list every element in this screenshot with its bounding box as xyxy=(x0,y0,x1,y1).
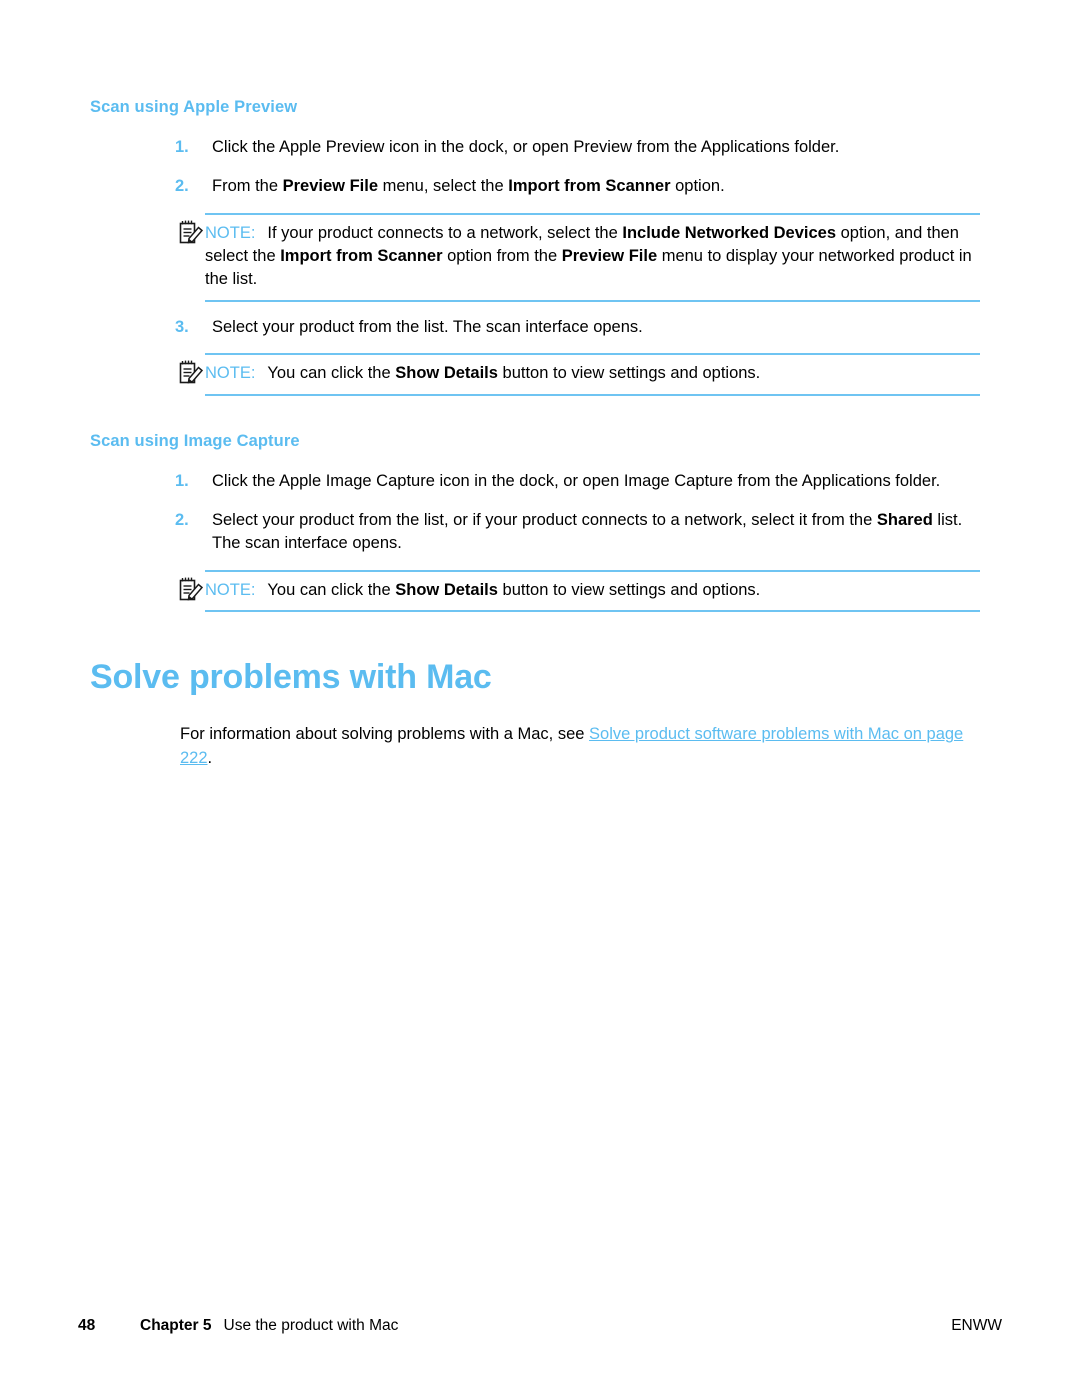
step-number: 2. xyxy=(175,177,189,196)
heading-scan-using-image-capture: Scan using Image Capture xyxy=(90,431,300,450)
bold-run: Import from Scanner xyxy=(280,247,443,266)
text-run: option. xyxy=(670,177,725,196)
text-run: From the xyxy=(212,177,283,196)
solve-intro-paragraph: For information about solving problems w… xyxy=(90,723,980,770)
step-text: Select your product from the list, or if… xyxy=(212,509,980,556)
note-pad-pencil-icon xyxy=(178,359,204,385)
text-run: Click the Apple Preview icon in the dock… xyxy=(212,137,840,156)
paragraph-period: . xyxy=(207,748,213,767)
text-run: Click the Apple Image Capture icon in th… xyxy=(212,471,941,490)
list-item: 1. Click the Apple Preview icon in the d… xyxy=(90,136,980,159)
text-run: option from the xyxy=(442,247,562,266)
note-content: NOTE: If your product connects to a netwo… xyxy=(205,213,980,302)
text-run: If your product connects to a network, s… xyxy=(267,223,623,242)
page-footer: 48 Chapter 5 Use the product with Mac EN… xyxy=(78,1317,1002,1335)
text-run: You can click the xyxy=(267,364,396,383)
note-text: If your product connects to a network, s… xyxy=(205,224,972,289)
note-rule-top xyxy=(205,353,980,356)
note-content: NOTE: You can click the Show Details butt… xyxy=(205,570,980,612)
document-page: Scan using Apple Preview 1. Click the Ap… xyxy=(0,0,1080,1397)
note-text: You can click the Show Details button to… xyxy=(267,364,760,382)
bold-run: Include Networked Devices xyxy=(622,223,837,242)
note-label: NOTE: xyxy=(205,580,256,599)
step-number: 2. xyxy=(175,510,189,529)
text-run: Select your product from the list. The s… xyxy=(212,317,643,336)
text-run: Select your product from the list, or if… xyxy=(212,510,877,529)
bold-run: Import from Scanner xyxy=(508,177,671,196)
note-label: NOTE: xyxy=(205,364,256,383)
note-rule-bottom xyxy=(205,299,980,302)
footer-page-number: 48 xyxy=(78,1317,96,1334)
note-label: NOTE: xyxy=(205,223,256,242)
step-number: 1. xyxy=(175,471,189,490)
text-run: You can click the xyxy=(267,580,396,599)
footer-chapter-number: Chapter 5 xyxy=(140,1317,212,1334)
note-text: You can click the Show Details button to… xyxy=(267,581,760,599)
text-run: button to view settings and options. xyxy=(497,364,761,383)
step-text: Select your product from the list. The s… xyxy=(212,316,980,339)
step-text: Click the Apple Image Capture icon in th… xyxy=(212,470,980,493)
bold-run: Preview File xyxy=(282,177,378,196)
text-run: button to view settings and options. xyxy=(497,580,761,599)
list-item: 2. From the Preview File menu, select th… xyxy=(90,175,980,198)
bold-run: Show Details xyxy=(395,580,498,599)
steps-image-capture: 1. Click the Apple Image Capture icon in… xyxy=(90,470,980,556)
list-item: 3. Select your product from the list. Th… xyxy=(90,316,980,339)
list-item: 2. Select your product from the list, or… xyxy=(90,509,980,556)
note-box: NOTE: You can click the Show Details butt… xyxy=(90,569,980,613)
note-pad-pencil-icon xyxy=(178,219,204,245)
page-content: Scan using Apple Preview 1. Click the Ap… xyxy=(90,98,980,770)
footer-locale: ENWW xyxy=(951,1317,1002,1334)
bold-run: Preview File xyxy=(561,247,658,266)
bold-run: Show Details xyxy=(395,364,498,383)
note-rule-bottom xyxy=(205,610,980,613)
step-number: 3. xyxy=(175,317,189,336)
note-box: NOTE: You can click the Show Details butt… xyxy=(90,353,980,396)
footer-chapter-title: Use the product with Mac xyxy=(223,1317,399,1334)
note-content: NOTE: You can click the Show Details butt… xyxy=(205,353,980,395)
page-title-solve-problems-with-mac: Solve problems with Mac xyxy=(90,658,492,697)
text-run: menu, select the xyxy=(378,177,509,196)
note-pad-pencil-icon xyxy=(178,576,204,602)
paragraph-text: For information about solving problems w… xyxy=(180,725,590,744)
step-text: Click the Apple Preview icon in the dock… xyxy=(212,136,980,159)
steps-apple-preview-cont: 3. Select your product from the list. Th… xyxy=(90,316,980,339)
note-rule-bottom xyxy=(205,393,980,396)
steps-apple-preview: 1. Click the Apple Preview icon in the d… xyxy=(90,136,980,199)
step-number: 1. xyxy=(175,137,189,156)
note-rule-top xyxy=(205,212,980,215)
bold-run: Shared xyxy=(876,510,933,529)
step-text: From the Preview File menu, select the I… xyxy=(212,175,980,198)
note-box: NOTE: If your product connects to a netwo… xyxy=(90,212,980,302)
note-rule-top xyxy=(205,569,980,572)
heading-scan-using-apple-preview: Scan using Apple Preview xyxy=(90,98,298,116)
list-item: 1. Click the Apple Image Capture icon in… xyxy=(90,470,980,493)
